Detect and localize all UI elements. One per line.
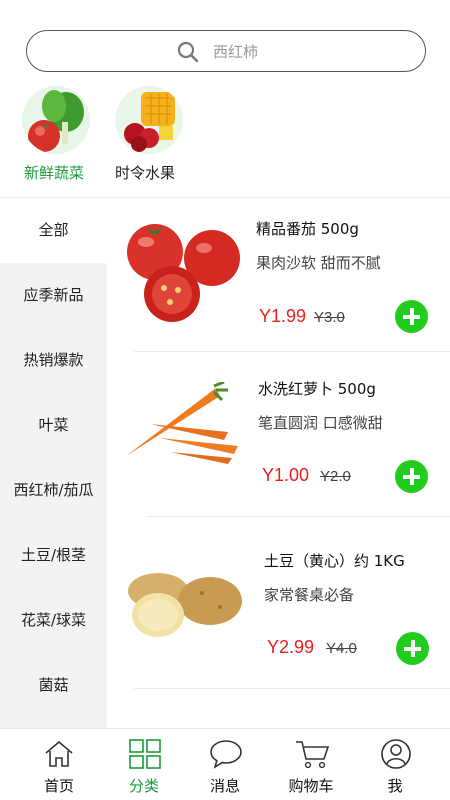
user-icon bbox=[381, 739, 411, 769]
product-card[interactable]: 精品番茄 500g 果肉沙软 甜而不腻 Y1.99 Y3.0 bbox=[108, 198, 450, 353]
sidebar-item-hot-sellers[interactable]: 热销爆款 bbox=[0, 328, 107, 393]
grid-icon bbox=[129, 739, 161, 769]
product-name: 土豆（黄心）约 1KG bbox=[264, 552, 405, 570]
sidebar-item-mushrooms[interactable]: 菌菇 bbox=[0, 653, 107, 718]
tab-label: 分类 bbox=[128, 777, 159, 795]
tab-home[interactable]: 首页 bbox=[14, 729, 104, 800]
category-row: 新鲜蔬菜 时令水果 bbox=[0, 84, 450, 194]
vegetables-thumbnail bbox=[22, 86, 90, 154]
product-name: 精品番茄 500g bbox=[256, 220, 359, 238]
add-to-cart-button[interactable] bbox=[395, 460, 428, 493]
tab-category[interactable]: 分类 bbox=[99, 729, 189, 800]
category-fresh-vegetables[interactable]: 新鲜蔬菜 bbox=[2, 84, 98, 188]
home-icon bbox=[45, 740, 73, 767]
product-description: 家常餐桌必备 bbox=[264, 586, 355, 604]
tab-label: 消息 bbox=[209, 777, 240, 795]
product-price: Y2.99 bbox=[267, 637, 315, 657]
sidebar-item-leafy-greens[interactable]: 叶菜 bbox=[0, 393, 107, 458]
product-card[interactable]: 水洗红萝卜 500g 笔直圆润 口感微甜 Y1.00 Y2.0 bbox=[108, 352, 450, 517]
sidebar-item-potato-roots[interactable]: 土豆/根茎 bbox=[0, 523, 107, 588]
product-price: Y1.00 bbox=[262, 465, 310, 485]
search-bar[interactable] bbox=[26, 30, 426, 72]
divider bbox=[134, 688, 450, 689]
carrot-image bbox=[126, 382, 238, 464]
sidebar-item-cauliflower-cabbage[interactable]: 花菜/球菜 bbox=[0, 588, 107, 653]
tomato-image bbox=[127, 224, 240, 322]
tab-label: 购物车 bbox=[288, 777, 334, 795]
sidebar-item-seasonal-new[interactable]: 应季新品 bbox=[0, 263, 107, 328]
tab-label: 首页 bbox=[43, 777, 74, 795]
category-sidebar: 全部 应季新品 热销爆款 叶菜 西红柿/茄瓜 土豆/根茎 花菜/球菜 菌菇 bbox=[0, 198, 107, 728]
product-card[interactable]: 土豆（黄心）约 1KG 家常餐桌必备 Y2.99 Y4.0 bbox=[108, 517, 450, 689]
search-icon bbox=[177, 41, 199, 63]
cart-icon bbox=[296, 741, 330, 769]
chat-icon bbox=[210, 740, 242, 769]
fruits-thumbnail bbox=[115, 86, 183, 154]
product-description: 果肉沙软 甜而不腻 bbox=[256, 254, 381, 272]
product-description: 笔直圆润 口感微甜 bbox=[258, 414, 383, 432]
sidebar-item-tomato-eggplant[interactable]: 西红柿/茄瓜 bbox=[0, 458, 107, 523]
category-label: 时令水果 bbox=[115, 164, 176, 182]
add-to-cart-button[interactable] bbox=[395, 300, 428, 333]
product-name: 水洗红萝卜 500g bbox=[258, 380, 376, 398]
tab-label: 我 bbox=[387, 777, 403, 795]
product-original-price: Y4.0 bbox=[326, 640, 357, 657]
product-price: Y1.99 bbox=[259, 306, 307, 326]
add-to-cart-button[interactable] bbox=[396, 632, 429, 665]
category-seasonal-fruits[interactable]: 时令水果 bbox=[95, 84, 191, 188]
product-original-price: Y3.0 bbox=[314, 309, 345, 326]
sidebar-item-all[interactable]: 全部 bbox=[0, 198, 107, 263]
potato-image bbox=[128, 573, 242, 637]
bottom-tab-bar: 首页 分类 消息 购物车 我 bbox=[0, 728, 450, 800]
search-input[interactable] bbox=[213, 38, 403, 66]
tab-cart[interactable]: 购物车 bbox=[266, 729, 356, 800]
tab-messages[interactable]: 消息 bbox=[180, 729, 270, 800]
tab-me[interactable]: 我 bbox=[350, 729, 440, 800]
product-original-price: Y2.0 bbox=[320, 468, 351, 485]
